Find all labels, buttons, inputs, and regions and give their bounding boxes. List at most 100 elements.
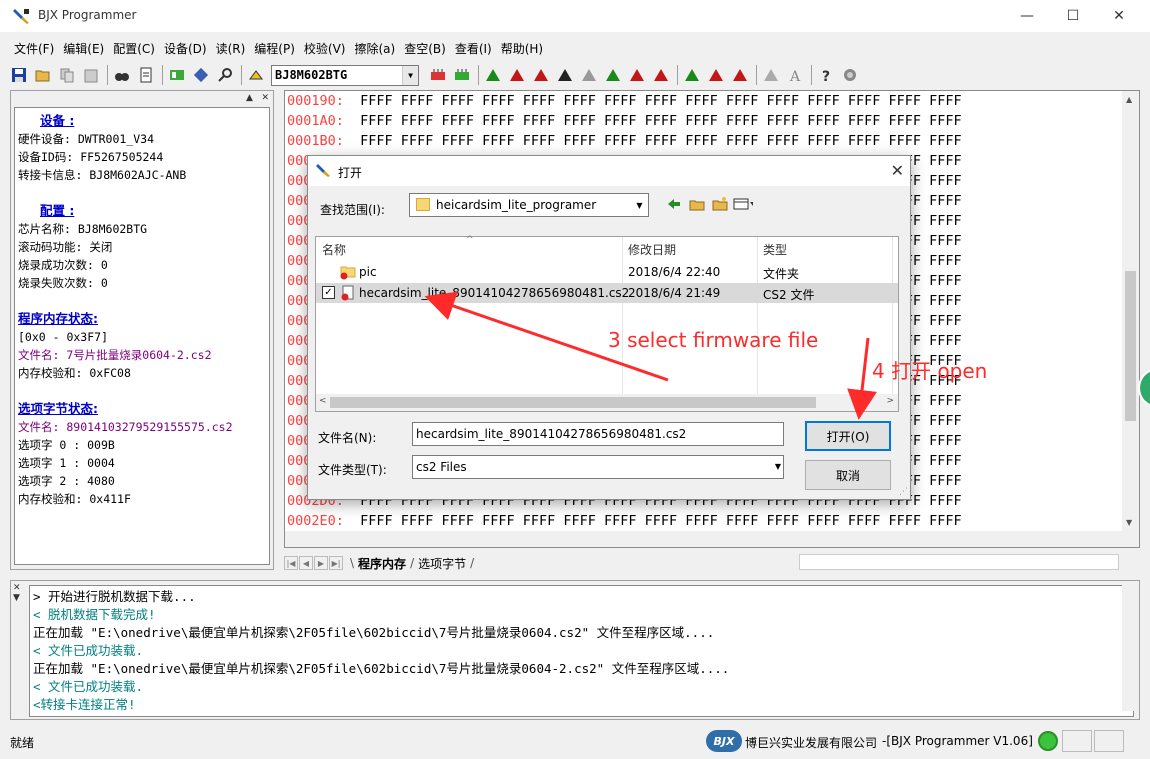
write-icon[interactable] <box>532 66 550 84</box>
first-sheet-icon[interactable]: |◀ <box>284 556 298 570</box>
blank-check-icon[interactable] <box>604 66 622 84</box>
hex-data[interactable]: FFFF FFFF FFFF FFFF FFFF FFFF FFFF FFFF … <box>360 513 961 529</box>
sheet-horizontal-scrollbar[interactable] <box>799 554 1119 570</box>
prev-sheet-icon[interactable]: ◀ <box>299 556 313 570</box>
toolbar-separator <box>162 65 163 85</box>
file-row[interactable]: pic 2018/6/4 22:40 文件夹 <box>316 262 898 282</box>
file-row-selected[interactable]: ✓ hecardsim_lite_89014104278656980481.cs… <box>316 283 898 303</box>
auto-program-icon[interactable] <box>484 66 502 84</box>
open-folder-icon[interactable] <box>34 66 52 84</box>
chevron-down-icon[interactable]: ▼ <box>775 462 781 471</box>
last-sheet-icon[interactable]: ▶| <box>329 556 343 570</box>
column-type[interactable]: 类型 <box>763 241 787 258</box>
back-icon[interactable] <box>664 194 684 214</box>
resize-grip-icon[interactable]: ⋰ <box>899 487 908 497</box>
option-read-icon[interactable] <box>707 66 725 84</box>
option-verify-icon[interactable] <box>683 66 701 84</box>
rolling-code: 滚动码功能: 关闭 <box>18 240 113 254</box>
sort-up-icon: ^ <box>466 235 474 245</box>
column-divider <box>622 237 623 397</box>
hex-gap <box>344 133 360 149</box>
hex-horizontal-scrollbar[interactable] <box>285 531 1123 547</box>
memory-file: 文件名: 7号片批量烧录0604-2.cs2 <box>18 348 212 362</box>
program-chip-icon[interactable] <box>247 66 265 84</box>
verify-icon[interactable] <box>556 66 574 84</box>
look-in-select[interactable]: heicardsim_lite_programer ▼ <box>409 193 649 217</box>
close-button[interactable]: ✕ <box>1096 0 1142 32</box>
font-icon[interactable]: A <box>786 66 804 84</box>
dialog-title: 打开 <box>338 166 363 180</box>
read-icon[interactable] <box>508 66 526 84</box>
hex-vertical-scrollbar[interactable]: ▲ ▼ <box>1122 91 1139 547</box>
hex-data[interactable]: FFFF FFFF FFFF FFFF FFFF FFFF FFFF FFFF … <box>360 113 961 129</box>
option-erase-icon[interactable] <box>731 66 749 84</box>
file-list[interactable]: ^ 名称 修改日期 类型 pic 2018/6/4 22:40 文件夹 ✓ he… <box>315 235 899 412</box>
maximize-button[interactable]: ☐ <box>1050 0 1096 32</box>
filename-input[interactable]: hecardsim_lite_89014104278656980481.cs2 <box>412 422 784 446</box>
help-icon[interactable]: ? <box>817 66 835 84</box>
hex-row: 0001A0: FFFF FFFF FFFF FFFF FFFF FFFF FF… <box>287 113 962 133</box>
next-sheet-icon[interactable]: ▶ <box>314 556 328 570</box>
menu-edit[interactable]: 编辑(E) <box>59 37 108 59</box>
menu-blank-check[interactable]: 查空(B) <box>400 37 450 59</box>
scroll-right-icon[interactable]: > <box>886 396 894 406</box>
hex-data[interactable]: FFFF FFFF FFFF FFFF FFFF FFFF FFFF FFFF … <box>360 93 961 109</box>
scroll-down-icon[interactable]: ▼ <box>1126 518 1132 527</box>
device-id: 设备ID码: FF5267505244 <box>18 150 164 164</box>
hex-data[interactable]: FFFF FFFF FFFF FFFF FFFF FFFF FFFF FFFF … <box>360 133 961 149</box>
document-icon[interactable] <box>137 66 155 84</box>
chip-select[interactable]: BJ8M602BTG ▼ <box>271 64 419 86</box>
scroll-left-icon[interactable]: < <box>319 396 327 406</box>
copy-icon[interactable] <box>58 66 76 84</box>
menu-help[interactable]: 帮助(H) <box>497 37 547 59</box>
chevron-down-icon[interactable]: ▼ <box>402 65 418 85</box>
menu-read[interactable]: 读(R) <box>212 37 250 59</box>
menu-view[interactable]: 查看(I) <box>451 37 496 59</box>
tab-program-memory[interactable]: 程序内存 <box>354 555 410 572</box>
scroll-thumb[interactable] <box>1125 271 1136 421</box>
buffer-icon[interactable] <box>429 66 447 84</box>
new-folder-icon[interactable] <box>710 194 730 214</box>
dialog-nav-icons <box>664 194 756 214</box>
paste-icon[interactable] <box>82 66 100 84</box>
log-line: < 文件已成功装载. <box>33 679 144 694</box>
tool-icon[interactable] <box>216 66 234 84</box>
disabled-tool-icon[interactable] <box>762 66 780 84</box>
up-folder-icon[interactable] <box>687 194 707 214</box>
file-checkbox[interactable]: ✓ <box>322 286 335 299</box>
save-icon[interactable] <box>10 66 28 84</box>
info-panel-controls[interactable]: ▲ ✕ <box>246 93 269 103</box>
file-list-scrollbar[interactable]: < > <box>316 394 898 411</box>
menu-device[interactable]: 设备(D) <box>160 37 211 59</box>
find-icon[interactable] <box>113 66 131 84</box>
toolbar-separator <box>478 65 479 85</box>
look-in-value: heicardsim_lite_programer <box>436 198 597 212</box>
read-option-icon[interactable] <box>628 66 646 84</box>
tab-option-bytes[interactable]: 选项字节 <box>414 555 470 572</box>
filetype-select[interactable]: cs2 Files ▼ <box>412 455 784 479</box>
minimize-button[interactable]: — <box>1004 0 1050 32</box>
config-icon[interactable] <box>168 66 186 84</box>
menu-file[interactable]: 文件(F) <box>10 37 58 59</box>
cancel-button[interactable]: 取消 <box>805 460 891 490</box>
scroll-up-icon[interactable]: ▲ <box>1126 95 1132 104</box>
chevron-down-icon[interactable]: ▼ <box>631 194 648 216</box>
menu-erase[interactable]: 擦除(a) <box>350 37 399 59</box>
erase-icon[interactable] <box>580 66 598 84</box>
scroll-thumb[interactable] <box>330 397 816 408</box>
write-option-icon[interactable] <box>652 66 670 84</box>
buffer-green-icon[interactable] <box>453 66 471 84</box>
menu-config[interactable]: 配置(C) <box>109 37 159 59</box>
chip-icon[interactable] <box>192 66 210 84</box>
menu-program[interactable]: 编程(P) <box>250 37 299 59</box>
view-menu-icon[interactable] <box>733 194 753 214</box>
log-panel-controls[interactable]: ✕ ▼ <box>13 583 21 603</box>
column-date[interactable]: 修改日期 <box>628 241 676 258</box>
dialog-close-icon[interactable]: ✕ <box>891 161 904 180</box>
about-icon[interactable] <box>841 66 859 84</box>
log-scrollbar[interactable] <box>1122 581 1139 711</box>
menu-verify[interactable]: 校验(V) <box>300 37 350 59</box>
open-button[interactable]: 打开(O) <box>805 421 891 451</box>
column-name[interactable]: 名称 <box>322 241 346 258</box>
